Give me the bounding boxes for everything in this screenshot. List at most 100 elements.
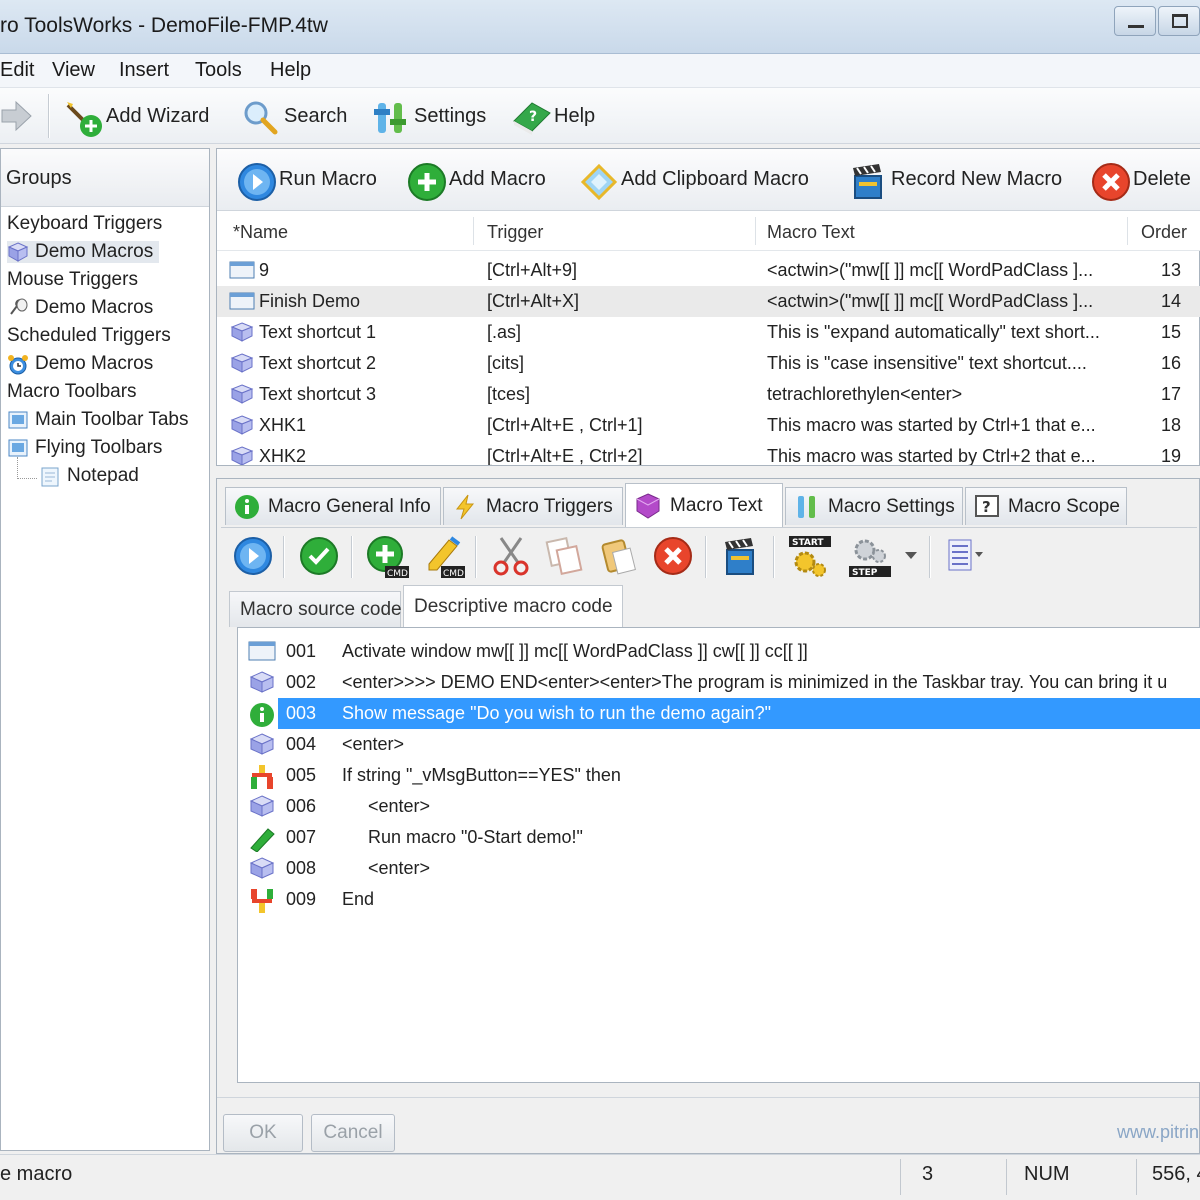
copy-button[interactable] xyxy=(543,534,587,578)
tab-macro-text[interactable]: Macro Text xyxy=(625,483,783,527)
column-order[interactable]: Order xyxy=(1141,222,1187,243)
tree-item-keyboard-demo-macros[interactable]: Demo Macros xyxy=(7,241,159,263)
lightning-icon xyxy=(452,494,478,520)
edit-command-button[interactable]: CMD xyxy=(421,534,465,579)
tree-item-notepad[interactable]: Notepad xyxy=(39,465,139,487)
tab-macro-settings[interactable]: Macro Settings xyxy=(785,487,963,525)
table-row[interactable]: XHK1 [Ctrl+Alt+E , Ctrl+1] This macro wa… xyxy=(217,410,1200,441)
column-macro-text[interactable]: Macro Text xyxy=(767,222,855,243)
table-row[interactable]: Finish Demo [Ctrl+Alt+X] <actwin>("mw[[ … xyxy=(217,286,1200,317)
table-row[interactable]: Text shortcut 1 [.as] This is "expand au… xyxy=(217,317,1200,348)
code-line[interactable]: 007 Run macro "0-Start demo!" xyxy=(238,822,1200,853)
run-button[interactable] xyxy=(231,534,275,578)
code-line[interactable]: 006 <enter> xyxy=(238,791,1200,822)
code-line[interactable]: 002 <enter>>>> DEMO END<enter><enter>The… xyxy=(238,667,1200,698)
table-row[interactable]: XHK2 [Ctrl+Alt+E , Ctrl+2] This macro wa… xyxy=(217,441,1200,465)
delete-label: Delete xyxy=(1133,167,1191,190)
line-text: <enter>>>> DEMO END<enter><enter>The pro… xyxy=(342,672,1168,692)
clapperboard-icon xyxy=(849,162,883,199)
tab-macro-scope[interactable]: ? Macro Scope xyxy=(965,487,1127,525)
cube-icon xyxy=(229,415,255,435)
tree-item-label: Notepad xyxy=(67,465,139,486)
macro-text-toolstrip: CMD CMD START STEP xyxy=(221,527,1197,583)
view-options-button[interactable] xyxy=(943,534,987,578)
menu-tools[interactable]: Tools xyxy=(195,59,242,82)
delete-button[interactable]: Delete xyxy=(1091,159,1191,201)
tree-item-flying-toolbars[interactable]: Flying Toolbars xyxy=(7,437,162,459)
row-text: This is "case insensitive" text shortcut… xyxy=(767,353,1087,373)
table-row[interactable]: 9 [Ctrl+Alt+9] <actwin>("mw[[ ]] mc[[ Wo… xyxy=(217,255,1200,286)
code-line-selected[interactable]: 003 Show message "Do you wish to run the… xyxy=(238,698,1200,729)
paste-button[interactable] xyxy=(597,534,641,578)
column-divider xyxy=(473,217,474,245)
tab-macro-triggers[interactable]: Macro Triggers xyxy=(443,487,623,525)
menu-help[interactable]: Help xyxy=(270,59,311,82)
code-line[interactable]: 008 <enter> xyxy=(238,853,1200,884)
status-divider xyxy=(1006,1159,1007,1195)
window-controls xyxy=(1112,6,1200,36)
record-new-macro-button[interactable]: Record New Macro xyxy=(849,159,1062,199)
tree-item-mouse-demo-macros[interactable]: Demo Macros xyxy=(7,297,153,319)
start-debug-button[interactable]: START xyxy=(787,534,831,578)
line-number: 004 xyxy=(286,734,317,754)
tab-descriptive-macro-code[interactable]: Descriptive macro code xyxy=(403,585,623,627)
debug-dropdown-button[interactable] xyxy=(901,534,921,578)
help-button[interactable]: ? Help xyxy=(512,96,595,136)
code-line[interactable]: 004 <enter> xyxy=(238,729,1200,760)
record-button[interactable] xyxy=(719,534,763,578)
column-trigger[interactable]: Trigger xyxy=(487,222,543,243)
row-order: 17 xyxy=(1161,384,1182,404)
settings-button[interactable]: Settings xyxy=(372,96,486,136)
end-branch-icon xyxy=(248,888,276,913)
step-debug-button[interactable]: STEP xyxy=(847,534,891,578)
tree-item-scheduled-demo-macros[interactable]: Demo Macros xyxy=(7,353,153,375)
tree-item-keyboard-triggers[interactable]: Keyboard Triggers xyxy=(7,213,162,235)
tab-macro-general-info[interactable]: Macro General Info xyxy=(225,487,441,525)
code-line[interactable]: 001 Activate window mw[[ ]] mc[[ WordPad… xyxy=(238,636,1200,667)
tree-item-macro-toolbars[interactable]: Macro Toolbars xyxy=(7,381,137,403)
tree-item-label: Demo Macros xyxy=(35,297,154,318)
add-macro-button[interactable]: Add Macro xyxy=(407,159,546,201)
run-macro-button[interactable]: Run Macro xyxy=(237,159,377,201)
ok-button[interactable]: OK xyxy=(223,1114,303,1152)
line-text: Run macro "0-Start demo!" xyxy=(368,827,583,847)
website-link[interactable]: www.pitrin xyxy=(1117,1122,1199,1143)
cube-icon xyxy=(248,733,276,757)
info-icon xyxy=(234,494,260,520)
check-button[interactable] xyxy=(297,534,341,578)
code-line[interactable]: 009 End xyxy=(238,884,1200,915)
tree-item-mouse-triggers[interactable]: Mouse Triggers xyxy=(7,269,138,291)
minimize-button[interactable] xyxy=(1114,6,1156,36)
column-name[interactable]: *Name xyxy=(233,222,288,243)
mouse-icon xyxy=(7,298,29,318)
table-row[interactable]: Text shortcut 2 [cits] This is "case ins… xyxy=(217,348,1200,379)
tree-connector xyxy=(17,457,37,479)
add-clipboard-macro-button[interactable]: Add Clipboard Macro xyxy=(579,159,809,201)
cube-icon xyxy=(229,322,255,342)
code-line[interactable]: 005 If string "_vMsgButton==YES" then xyxy=(238,760,1200,791)
add-wizard-button[interactable]: Add Wizard xyxy=(64,96,209,137)
toolstrip-separator xyxy=(283,536,285,578)
forward-button[interactable] xyxy=(0,96,34,136)
step-label: STEP xyxy=(852,568,878,578)
delete-command-button[interactable] xyxy=(651,534,695,578)
search-button[interactable]: Search xyxy=(242,96,347,136)
macro-code-editor[interactable]: 001 Activate window mw[[ ]] mc[[ WordPad… xyxy=(237,627,1200,1083)
toolstrip-separator xyxy=(773,536,775,578)
row-trigger: [Ctrl+Alt+E , Ctrl+2] xyxy=(487,446,643,465)
row-order: 14 xyxy=(1161,291,1182,311)
tree-item-main-toolbar-tabs[interactable]: Main Toolbar Tabs xyxy=(7,409,189,431)
cut-button[interactable] xyxy=(489,534,533,578)
alarm-clock-icon xyxy=(7,354,29,375)
cancel-button[interactable]: Cancel xyxy=(311,1114,395,1152)
tab-macro-source-code[interactable]: Macro source code xyxy=(229,591,402,627)
line-number: 009 xyxy=(286,889,317,909)
clapperboard-icon xyxy=(725,538,754,575)
menu-insert[interactable]: Insert xyxy=(119,59,169,82)
tree-item-scheduled-triggers[interactable]: Scheduled Triggers xyxy=(7,325,171,347)
add-command-button[interactable]: CMD xyxy=(365,534,409,579)
menu-view[interactable]: View xyxy=(52,59,95,82)
maximize-button[interactable] xyxy=(1158,6,1200,36)
menu-edit[interactable]: Edit xyxy=(0,59,34,82)
table-row[interactable]: Text shortcut 3 [tces] tetrachlorethylen… xyxy=(217,379,1200,410)
